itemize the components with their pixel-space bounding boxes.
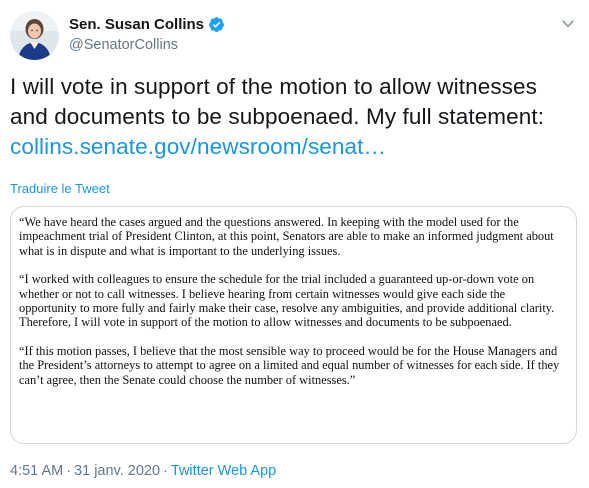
author-handle[interactable]: @SenatorCollins <box>69 37 225 53</box>
translate-tweet-link[interactable]: Traduire le Tweet <box>10 181 110 196</box>
chevron-down-icon <box>562 20 574 27</box>
tweet-metadata: 4:51 AM · 31 janv. 2020 · Twitter Web App <box>10 463 276 479</box>
statement-image[interactable]: “We have heard the cases argued and the … <box>10 206 577 444</box>
tweet-text: I will vote in support of the motion to … <box>10 72 580 162</box>
meta-separator: · <box>66 463 72 479</box>
profile-photo-icon <box>10 11 59 60</box>
tweet-text-line-2: and documents to be subpoenaed. My full … <box>10 104 545 129</box>
tweet-time[interactable]: 4:51 AM <box>10 463 63 479</box>
tweet-date[interactable]: 31 janv. 2020 <box>74 463 160 479</box>
tweet-menu-button[interactable] <box>560 16 576 32</box>
statement-paragraph: “I worked with colleagues to ensure the … <box>19 272 555 330</box>
statement-link[interactable]: collins.senate.gov/newsroom/senat… <box>10 134 386 159</box>
meta-separator: · <box>163 463 168 479</box>
tweet-text-line-1: I will vote in support of the motion to … <box>10 74 537 99</box>
verified-badge-icon <box>208 16 225 33</box>
avatar[interactable] <box>10 11 59 60</box>
author-name[interactable]: Sen. Susan Collins <box>69 16 204 33</box>
statement-paragraph: “If this motion passes, I believe that t… <box>19 343 560 387</box>
statement-paragraph: “We have heard the cases argued and the … <box>19 215 554 258</box>
tweet-source-link[interactable]: Twitter Web App <box>171 463 276 479</box>
tweet: Sen. Susan Collins @SenatorCollins I wil… <box>0 0 589 488</box>
author-block[interactable]: Sen. Susan Collins @SenatorCollins <box>69 14 225 53</box>
